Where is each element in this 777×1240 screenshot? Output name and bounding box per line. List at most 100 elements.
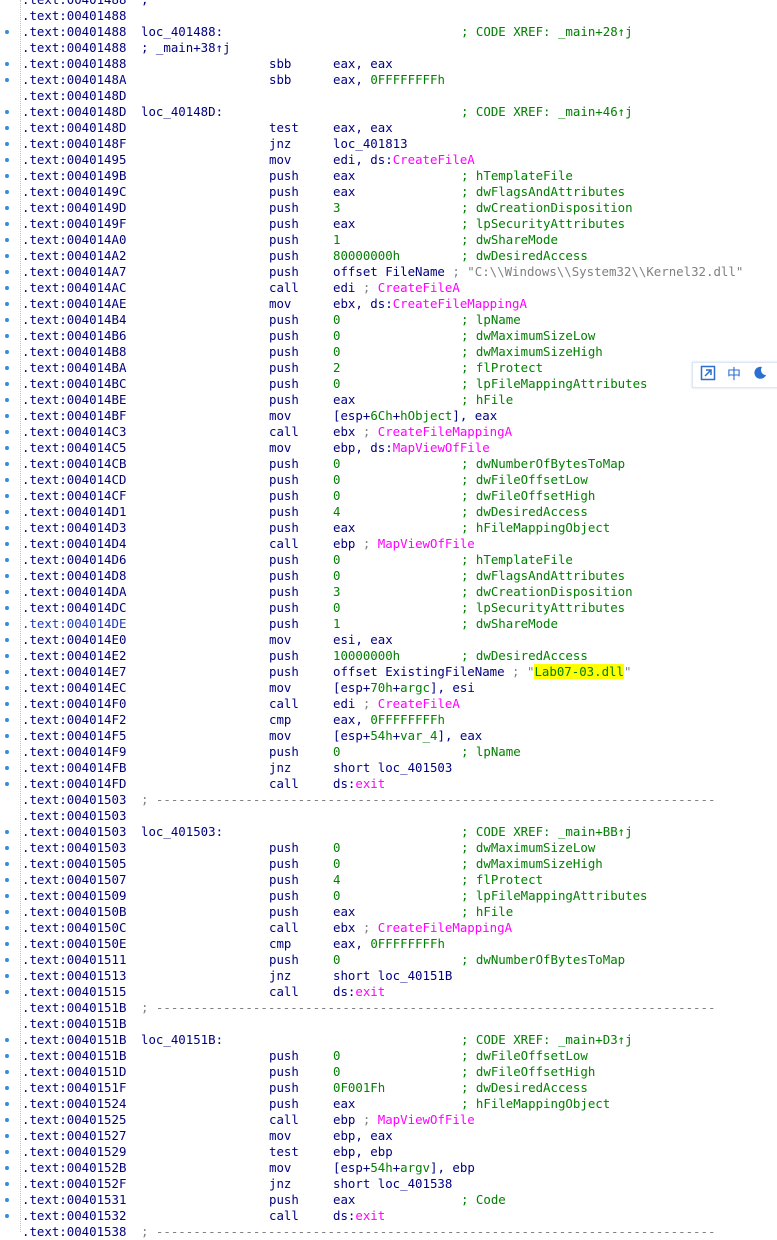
breakpoint-dot[interactable]: [5, 670, 9, 674]
operands[interactable]: eax: [333, 520, 355, 536]
operands[interactable]: 0: [333, 888, 340, 904]
listing-line[interactable]: .text:00401495 mov edi, ds:CreateFileA: [22, 152, 777, 168]
operands[interactable]: ds:exit: [333, 984, 385, 1000]
api-name[interactable]: CreateFileA: [378, 280, 460, 295]
listing-line[interactable]: .text:0040148D test eax, eax: [22, 120, 777, 136]
operands[interactable]: [esp+70h+argc], esi: [333, 680, 475, 696]
breakpoint-dot[interactable]: [5, 30, 9, 34]
operands[interactable]: 80000000h: [333, 248, 400, 264]
listing-line[interactable]: .text:004014D3 push eax ; hFileMappingObjec…: [22, 520, 777, 536]
listing-line[interactable]: .text:0040148A sbb eax, 0FFFFFFFFh: [22, 72, 777, 88]
breakpoint-dot[interactable]: [5, 430, 9, 434]
operands[interactable]: ebx ; CreateFileMappingA: [333, 920, 512, 936]
operands[interactable]: 0: [333, 952, 340, 968]
listing-line[interactable]: .text:0040151B push 0 ; dwFileOffsetLow: [22, 1048, 777, 1064]
breakpoint-dot[interactable]: [5, 910, 9, 914]
operands[interactable]: 0: [333, 312, 340, 328]
operands[interactable]: ebp, eax: [333, 1128, 393, 1144]
listing-line[interactable]: .text:004014DE push 1 ; dwShareMode: [22, 616, 777, 632]
breakpoint-dot[interactable]: [5, 558, 9, 562]
breakpoint-dot[interactable]: [5, 366, 9, 370]
breakpoint-dot[interactable]: [5, 462, 9, 466]
operands[interactable]: 4: [333, 504, 340, 520]
breakpoint-dot[interactable]: [5, 270, 9, 274]
breakpoint-dot[interactable]: [5, 446, 9, 450]
api-name[interactable]: CreateFileMappingA: [393, 296, 527, 311]
breakpoint-dot[interactable]: [5, 382, 9, 386]
breakpoint-dot[interactable]: [5, 1070, 9, 1074]
listing-line[interactable]: .text:004014FB jnz short loc_401503: [22, 760, 777, 776]
listing-line[interactable]: .text:004014B4 push 0 ; lpName: [22, 312, 777, 328]
listing-line[interactable]: .text:0040152B mov [esp+54h+argv], ebp: [22, 1160, 777, 1176]
breakpoint-dot[interactable]: [5, 158, 9, 162]
breakpoint-dot[interactable]: [5, 142, 9, 146]
breakpoint-dot[interactable]: [5, 222, 9, 226]
api-name[interactable]: MapViewOfFile: [378, 536, 475, 551]
listing-line[interactable]: .text:00401515 call ds:exit: [22, 984, 777, 1000]
operands[interactable]: offset FileName ; "C:\\Windows\\System32…: [333, 264, 743, 280]
code-label[interactable]: loc_40151B:: [141, 1032, 223, 1048]
listing-line[interactable]: .text:00401488 ; _main+38↑j: [22, 40, 777, 56]
operands[interactable]: short loc_401538: [333, 1176, 452, 1192]
operands[interactable]: offset ExistingFileName ; "Lab07-03.dll": [333, 664, 631, 680]
operands[interactable]: 0: [333, 1048, 340, 1064]
operands[interactable]: 0F001Fh: [333, 1080, 385, 1096]
ime-language-label[interactable]: 中: [723, 367, 745, 383]
listing-line[interactable]: .text:004014EC mov [esp+70h+argc], esi: [22, 680, 777, 696]
listing-line[interactable]: .text:00401529 test ebp, ebp: [22, 1144, 777, 1160]
operands[interactable]: ebx, ds:CreateFileMappingA: [333, 296, 527, 312]
listing-line[interactable]: .text:004014D6 push 0 ; hTemplateFile: [22, 552, 777, 568]
operands[interactable]: 2: [333, 360, 340, 376]
api-name[interactable]: CreateFileMappingA: [378, 424, 512, 439]
breakpoint-dot[interactable]: [5, 926, 9, 930]
operands[interactable]: 0: [333, 856, 340, 872]
listing-line[interactable]: .text:00401513 jnz short loc_40151B: [22, 968, 777, 984]
breakpoint-dot[interactable]: [5, 542, 9, 546]
breakpoint-dot[interactable]: [5, 1134, 9, 1138]
listing-line[interactable]: .text:004014E2 push 10000000h ; dwDesiredAc…: [22, 648, 777, 664]
listing-line[interactable]: .text:004014BF mov [esp+6Ch+hObject], eax: [22, 408, 777, 424]
breakpoint-dot[interactable]: [5, 350, 9, 354]
listing-line[interactable]: .text:004014BA push 2 ; flProtect: [22, 360, 777, 376]
listing-line[interactable]: .text:0040151D push 0 ; dwFileOffsetHigh: [22, 1064, 777, 1080]
listing-line[interactable]: .text:0040150C call ebx ; CreateFileMappin…: [22, 920, 777, 936]
listing-line[interactable]: .text:00401503 ; ------------------------…: [22, 792, 777, 808]
breakpoint-dot[interactable]: [5, 494, 9, 498]
listing-line[interactable]: .text:00401509 push 0 ; lpFileMappingAttrib…: [22, 888, 777, 904]
api-name[interactable]: MapViewOfFile: [378, 1112, 475, 1127]
listing-line[interactable]: .text:00401503: [22, 808, 777, 824]
api-name[interactable]: CreateFileA: [393, 152, 475, 167]
listing-line[interactable]: .text:004014B8 push 0 ; dwMaximumSizeHigh: [22, 344, 777, 360]
operands[interactable]: eax: [333, 392, 355, 408]
ime-toolbar[interactable]: 中: [692, 362, 777, 388]
listing-line[interactable]: .text:004014F9 push 0 ; lpName: [22, 744, 777, 760]
switch-icon[interactable]: [697, 365, 719, 385]
operands[interactable]: ds:exit: [333, 776, 385, 792]
listing-line[interactable]: .text:004014A0 push 1 ; dwShareMode: [22, 232, 777, 248]
moon-icon[interactable]: [749, 366, 771, 384]
operands[interactable]: [esp+54h+var_4], eax: [333, 728, 482, 744]
listing-line[interactable]: .text:0040148D: [22, 88, 777, 104]
operands[interactable]: ebp ; MapViewOfFile: [333, 536, 475, 552]
code-label[interactable]: loc_401488:: [141, 24, 223, 40]
listing-line[interactable]: .text:004014DA push 3 ; dwCreationDispositi…: [22, 584, 777, 600]
listing-line[interactable]: .text:004014AC call edi ; CreateFileA: [22, 280, 777, 296]
breakpoint-dot[interactable]: [5, 894, 9, 898]
operands[interactable]: 0: [333, 600, 340, 616]
breakpoint-dot[interactable]: [5, 766, 9, 770]
api-name[interactable]: exit: [355, 984, 385, 999]
breakpoint-dot[interactable]: [5, 318, 9, 322]
operands[interactable]: 0: [333, 1064, 340, 1080]
breakpoint-dot[interactable]: [5, 782, 9, 786]
operands[interactable]: ebx ; CreateFileMappingA: [333, 424, 512, 440]
operands[interactable]: eax, eax: [333, 120, 393, 136]
breakpoint-dot[interactable]: [5, 702, 9, 706]
listing-line[interactable]: .text:0040150B push eax ; hFile: [22, 904, 777, 920]
listing-line[interactable]: .text:004014CB push 0 ; dwNumberOfBytesToMa…: [22, 456, 777, 472]
operands[interactable]: 1: [333, 232, 340, 248]
breakpoint-dot[interactable]: [5, 190, 9, 194]
api-name[interactable]: CreateFileA: [378, 696, 460, 711]
listing-line[interactable]: .text:00401527 mov ebp, eax: [22, 1128, 777, 1144]
breakpoint-dot[interactable]: [5, 750, 9, 754]
listing-line[interactable]: .text:00401503 loc_401503: ; CODE XREF: _m…: [22, 824, 777, 840]
